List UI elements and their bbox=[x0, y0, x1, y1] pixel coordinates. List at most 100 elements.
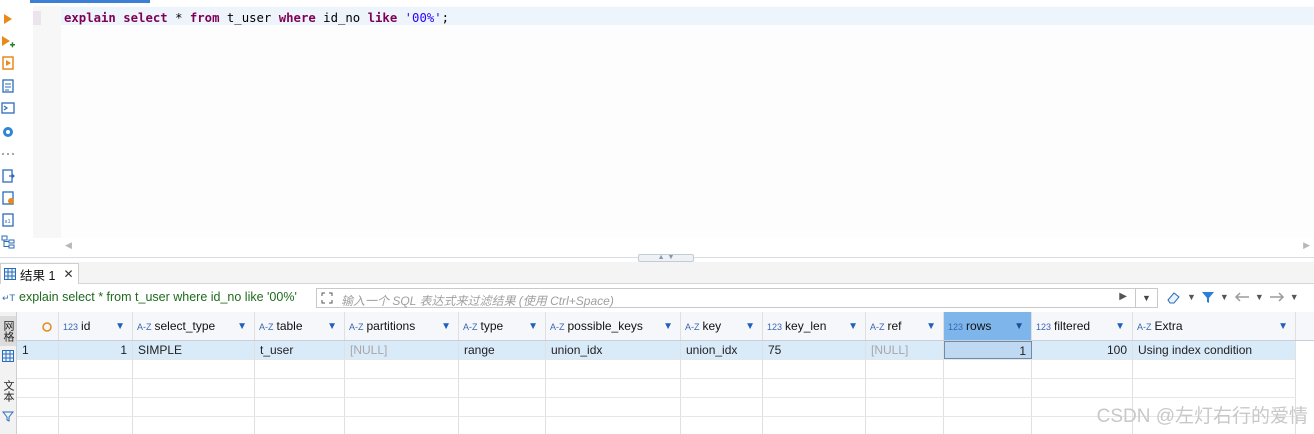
column-header-type[interactable]: A-Z type ▼ bbox=[459, 312, 546, 340]
column-header-label: filtered bbox=[1054, 319, 1091, 333]
select-all-header[interactable] bbox=[17, 312, 59, 340]
column-header-label: select_type bbox=[154, 319, 216, 333]
cell-table[interactable]: t_user bbox=[255, 341, 345, 359]
sql-statement[interactable]: explain select * from t_user where id_no… bbox=[64, 11, 449, 25]
empty-cell bbox=[59, 398, 133, 416]
side-tab-grid[interactable]: 网格 bbox=[0, 316, 16, 346]
results-tab-bar: 结果 1 ✕ bbox=[0, 262, 1314, 284]
grid-view-icon[interactable] bbox=[0, 347, 16, 365]
chevron-down-icon[interactable]: ▼ bbox=[1290, 292, 1299, 302]
chevron-down-icon[interactable]: ▼ bbox=[1115, 312, 1125, 340]
execute-statement-icon[interactable] bbox=[0, 11, 16, 27]
explain-plan-icon[interactable] bbox=[0, 78, 16, 94]
column-header-ref[interactable]: A-Z ref ▼ bbox=[866, 312, 944, 340]
chevron-down-icon[interactable]: ▼ bbox=[1220, 292, 1229, 302]
sql-editor[interactable]: explain select * from t_user where id_no… bbox=[33, 6, 1314, 238]
empty-row bbox=[17, 379, 1296, 398]
empty-cell bbox=[459, 417, 546, 434]
column-header-id[interactable]: 123 id ▼ bbox=[59, 312, 133, 340]
forward-arrow-icon[interactable] bbox=[1269, 291, 1285, 303]
cell-key[interactable]: union_idx bbox=[681, 341, 763, 359]
export-icon[interactable] bbox=[0, 168, 16, 184]
column-header-label: table bbox=[276, 319, 303, 333]
back-arrow-icon[interactable] bbox=[1234, 291, 1250, 303]
chevron-down-icon[interactable]: ▼ bbox=[441, 312, 451, 340]
filter-icon[interactable] bbox=[1201, 290, 1215, 304]
column-header-table[interactable]: A-Z table ▼ bbox=[255, 312, 345, 340]
column-header-filtered[interactable]: 123 filtered ▼ bbox=[1032, 312, 1133, 340]
empty-cell bbox=[133, 379, 255, 397]
apply-filter-icon[interactable]: ▶ bbox=[1119, 291, 1127, 302]
chevron-down-icon[interactable]: ▼ bbox=[1255, 292, 1264, 302]
collapse-up-icon: ▲ bbox=[657, 254, 665, 261]
cell-ref[interactable]: [NULL] bbox=[866, 341, 944, 359]
text-view-icon[interactable] bbox=[0, 407, 16, 425]
cell-filtered[interactable]: 100 bbox=[1032, 341, 1133, 359]
sql-file-icon[interactable]: x1 bbox=[0, 212, 16, 228]
filter-history-dropdown[interactable]: ▼ bbox=[1135, 289, 1157, 307]
more-icon[interactable] bbox=[0, 146, 16, 162]
outline-icon[interactable] bbox=[0, 234, 16, 250]
sql-keyword: like bbox=[367, 11, 398, 25]
editor-tab-strip bbox=[0, 0, 1314, 4]
scroll-right-icon[interactable]: ▶ bbox=[1303, 240, 1310, 251]
column-header-key_len[interactable]: 123 key_len ▼ bbox=[763, 312, 866, 340]
chevron-down-icon[interactable]: ▼ bbox=[115, 312, 125, 340]
settings-icon[interactable] bbox=[0, 124, 16, 140]
filter-input[interactable]: 输入一个 SQL 表达式来过滤结果 (使用 Ctrl+Space) ▶ ▼ bbox=[316, 288, 1158, 308]
cell-type[interactable]: range bbox=[459, 341, 546, 359]
sql-console-icon[interactable] bbox=[0, 100, 16, 116]
side-tab-text[interactable]: 文本 bbox=[0, 376, 16, 406]
results-grid[interactable]: 网格 文本 123 id ▼ A-Z select_type ▼ A-Z table ▼ A… bbox=[0, 312, 1314, 434]
eraser-icon[interactable] bbox=[1166, 290, 1182, 304]
chevron-down-icon[interactable]: ▼ bbox=[926, 312, 936, 340]
editor-horizontal-scrollbar[interactable]: ◀ ▶ bbox=[61, 238, 1314, 252]
editor-results-splitter[interactable]: ▲ ▼ bbox=[0, 254, 1314, 262]
scroll-left-icon[interactable]: ◀ bbox=[65, 240, 72, 251]
empty-row bbox=[17, 360, 1296, 379]
empty-cell bbox=[763, 360, 866, 378]
chevron-down-icon[interactable]: ▼ bbox=[848, 312, 858, 340]
cell-key_len[interactable]: 75 bbox=[763, 341, 866, 359]
expand-icon[interactable] bbox=[321, 292, 333, 307]
execute-script-icon[interactable] bbox=[0, 55, 16, 71]
cell-possible_keys[interactable]: union_idx bbox=[546, 341, 681, 359]
empty-cell bbox=[255, 398, 345, 416]
splitter-handle[interactable]: ▲ ▼ bbox=[638, 254, 694, 262]
chevron-down-icon[interactable]: ▼ bbox=[1187, 292, 1196, 302]
column-header-partitions[interactable]: A-Z partitions ▼ bbox=[345, 312, 459, 340]
code-area[interactable]: explain select * from t_user where id_no… bbox=[61, 6, 1314, 238]
table-row[interactable]: 1 1 SIMPLE t_user [NULL] range union_idx… bbox=[17, 341, 1296, 360]
empty-cell bbox=[681, 379, 763, 397]
empty-cell bbox=[1133, 360, 1296, 378]
cell-id[interactable]: 1 bbox=[59, 341, 133, 359]
column-header-label: ref bbox=[887, 319, 902, 333]
chevron-down-icon[interactable]: ▼ bbox=[237, 312, 247, 340]
empty-cell bbox=[866, 379, 944, 397]
cell-extra[interactable]: Using index condition bbox=[1133, 341, 1296, 359]
chevron-down-icon[interactable]: ▼ bbox=[1278, 312, 1288, 340]
cell-select_type[interactable]: SIMPLE bbox=[133, 341, 255, 359]
close-icon[interactable]: ✕ bbox=[63, 267, 73, 281]
column-header-extra[interactable]: A-Z Extra ▼ bbox=[1133, 312, 1296, 340]
string-type-icon: A-Z bbox=[137, 322, 152, 332]
column-header-key[interactable]: A-Z key ▼ bbox=[681, 312, 763, 340]
sql-token: * bbox=[175, 11, 183, 25]
column-header-possible_keys[interactable]: A-Z possible_keys ▼ bbox=[546, 312, 681, 340]
chevron-down-icon[interactable]: ▼ bbox=[1014, 312, 1024, 340]
empty-cell bbox=[944, 360, 1032, 378]
chevron-down-icon[interactable]: ▼ bbox=[663, 312, 673, 340]
cell-rows[interactable]: 1 bbox=[944, 341, 1032, 359]
row-number[interactable]: 1 bbox=[17, 341, 59, 359]
cell-partitions[interactable]: [NULL] bbox=[345, 341, 459, 359]
chevron-down-icon[interactable]: ▼ bbox=[327, 312, 337, 340]
result-tab-1[interactable]: 结果 1 ✕ bbox=[0, 263, 79, 284]
chevron-down-icon[interactable]: ▼ bbox=[528, 312, 538, 340]
new-script-icon[interactable] bbox=[0, 190, 16, 206]
execute-statement-new-tab-icon[interactable] bbox=[0, 34, 16, 50]
column-header-select_type[interactable]: A-Z select_type ▼ bbox=[133, 312, 255, 340]
active-editor-tab-edge[interactable] bbox=[30, 0, 150, 3]
column-header-rows[interactable]: 123 rows ▼ bbox=[944, 312, 1032, 340]
chevron-down-icon[interactable]: ▼ bbox=[745, 312, 755, 340]
empty-cell bbox=[866, 417, 944, 434]
